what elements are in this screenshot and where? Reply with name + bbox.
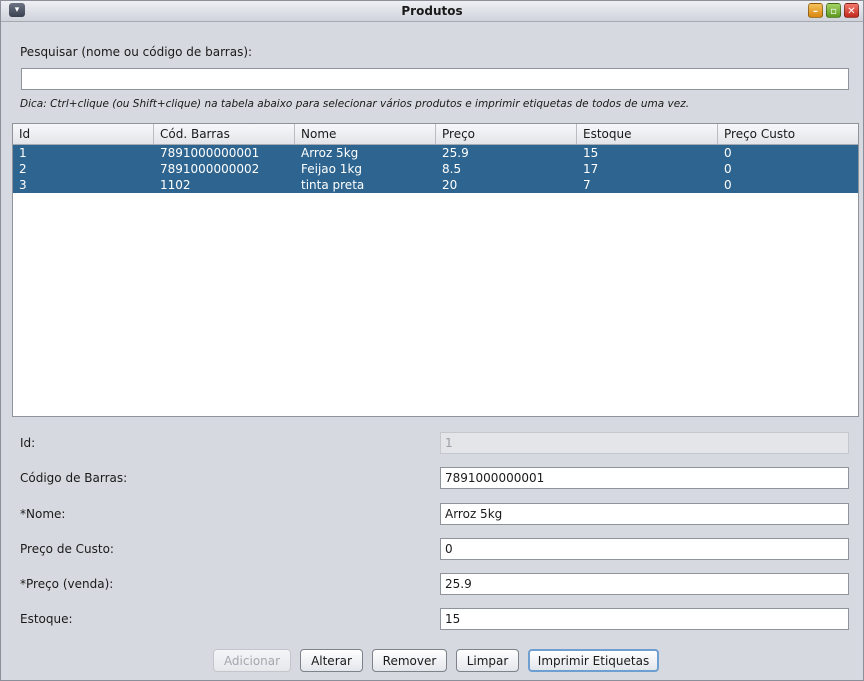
products-table[interactable]: Id Cód. Barras Nome Preço Estoque Preço … <box>12 123 859 417</box>
cell-price: 20 <box>442 178 458 192</box>
title-bar: ▾ Produtos – ▫ ✕ <box>1 1 863 22</box>
window-title: Produtos <box>401 4 463 18</box>
table-header: Id Cód. Barras Nome Preço Estoque Preço … <box>13 124 858 145</box>
column-header-stock[interactable]: Estoque <box>577 124 718 144</box>
cost-price-field[interactable] <box>440 538 849 560</box>
cell-name: Arroz 5kg <box>301 146 359 160</box>
id-field <box>440 432 849 454</box>
cell-cost: 0 <box>724 178 732 192</box>
clear-button[interactable]: Limpar <box>456 649 519 672</box>
cell-id: 3 <box>19 178 27 192</box>
cell-name: tinta preta <box>301 178 365 192</box>
column-header-price[interactable]: Preço <box>436 124 577 144</box>
table-row[interactable]: 2 7891000000002 Feijao 1kg 8.5 17 0 <box>13 161 858 177</box>
cell-cost: 0 <box>724 162 732 176</box>
table-row[interactable]: 1 7891000000001 Arroz 5kg 25.9 15 0 <box>13 145 858 161</box>
name-label: *Nome: <box>20 507 66 521</box>
cell-price: 25.9 <box>442 146 469 160</box>
table-row[interactable]: 3 1102 tinta preta 20 7 0 <box>13 177 858 193</box>
barcode-field[interactable] <box>440 467 849 489</box>
id-label: Id: <box>20 436 36 450</box>
add-button[interactable]: Adicionar <box>213 649 291 672</box>
sale-price-field[interactable] <box>440 573 849 595</box>
maximize-icon[interactable]: ▫ <box>826 3 841 18</box>
column-header-id[interactable]: Id <box>13 124 154 144</box>
cost-price-label: Preço de Custo: <box>20 542 114 556</box>
table-body: 1 7891000000001 Arroz 5kg 25.9 15 0 2 78… <box>13 145 858 193</box>
column-header-cost[interactable]: Preço Custo <box>718 124 858 144</box>
cell-barcode: 1102 <box>160 178 191 192</box>
stock-label: Estoque: <box>20 612 73 626</box>
cell-barcode: 7891000000001 <box>160 146 260 160</box>
remove-button[interactable]: Remover <box>372 649 447 672</box>
search-input[interactable] <box>21 68 849 90</box>
sale-price-label: *Preço (venda): <box>20 577 114 591</box>
minimize-icon[interactable]: – <box>808 3 823 18</box>
cell-name: Feijao 1kg <box>301 162 363 176</box>
column-header-name[interactable]: Nome <box>295 124 436 144</box>
cell-id: 2 <box>19 162 27 176</box>
edit-button[interactable]: Alterar <box>300 649 363 672</box>
cell-price: 8.5 <box>442 162 462 176</box>
cell-id: 1 <box>19 146 27 160</box>
cell-stock: 17 <box>583 162 599 176</box>
cell-barcode: 7891000000002 <box>160 162 260 176</box>
cell-stock: 7 <box>583 178 591 192</box>
print-labels-button[interactable]: Imprimir Etiquetas <box>528 649 659 672</box>
barcode-label: Código de Barras: <box>20 471 128 485</box>
stock-field[interactable] <box>440 608 849 630</box>
produtos-window: ▾ Produtos – ▫ ✕ Pesquisar (nome ou códi… <box>0 0 864 681</box>
name-field[interactable] <box>440 503 849 525</box>
cell-cost: 0 <box>724 146 732 160</box>
cell-stock: 15 <box>583 146 599 160</box>
search-label: Pesquisar (nome ou código de barras): <box>20 45 253 59</box>
selection-hint: Dica: Ctrl+clique (ou Shift+clique) na t… <box>20 98 690 110</box>
close-icon[interactable]: ✕ <box>844 3 859 18</box>
column-header-barcode[interactable]: Cód. Barras <box>154 124 295 144</box>
